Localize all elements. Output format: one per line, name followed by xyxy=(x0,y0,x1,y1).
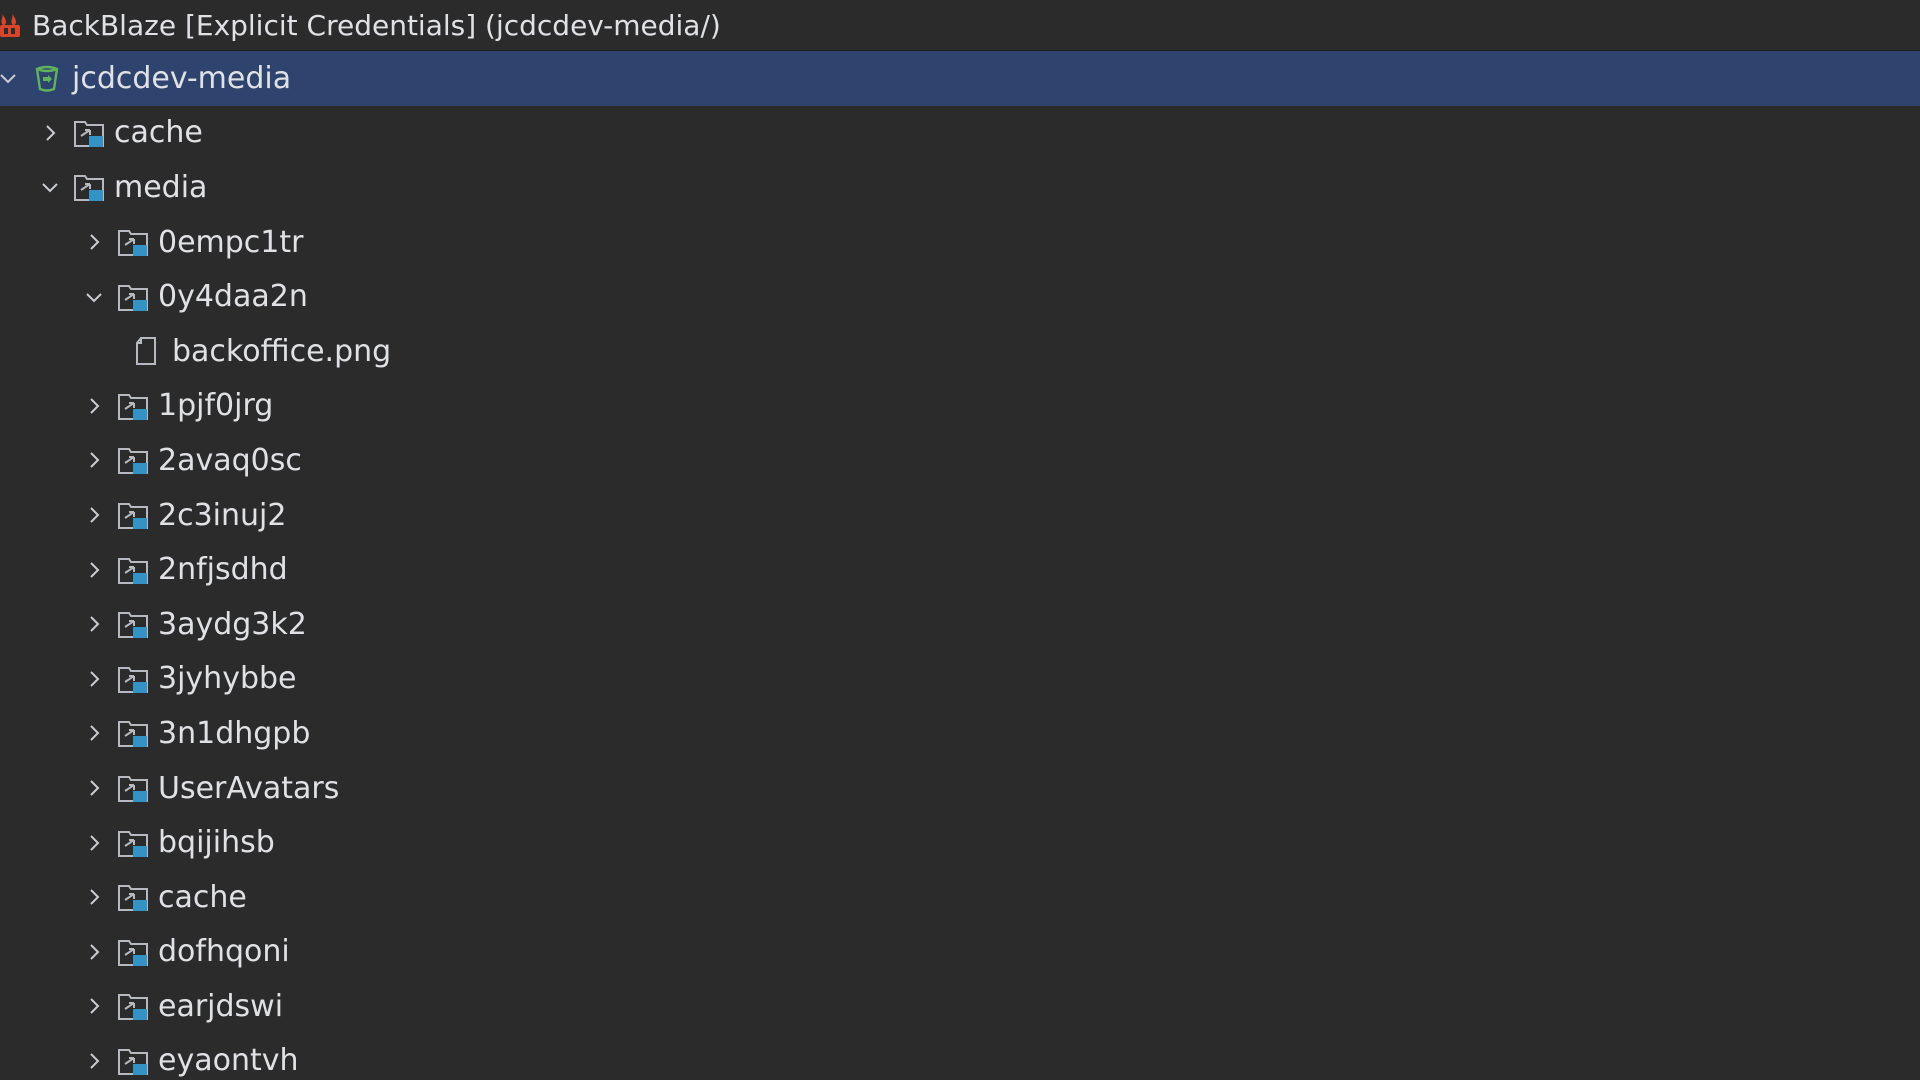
tree-node-label: dofhqoni xyxy=(158,934,290,970)
connection-title: BackBlaze [Explicit Credentials] (jcdcde… xyxy=(32,8,721,42)
chevron-right-icon[interactable] xyxy=(80,883,108,911)
folder-icon xyxy=(70,168,108,206)
folder-icon xyxy=(114,1042,152,1080)
chevron-right-icon[interactable] xyxy=(80,556,108,584)
tree-node-label: 3jyhybbe xyxy=(158,661,297,697)
tree-node-label: backoffice.png xyxy=(172,333,392,369)
folder-icon xyxy=(114,714,152,752)
folder-icon xyxy=(114,824,152,862)
folder-icon xyxy=(114,878,152,916)
chevron-right-icon[interactable] xyxy=(80,501,108,529)
tree-node-folder[interactable]: 3jyhybbe xyxy=(0,652,1920,707)
media-children: 0empc1tr 0y4daa2n backoffice.png 1pjf0jrg 2a… xyxy=(0,215,1920,1080)
tree-node-folder[interactable]: cache xyxy=(0,870,1920,925)
chevron-right-icon[interactable] xyxy=(80,774,108,802)
folder-icon xyxy=(70,114,108,152)
tree-node-folder[interactable]: 0y4daa2n xyxy=(0,269,1920,324)
tree-node-folder[interactable]: 1pjf0jrg xyxy=(0,379,1920,434)
file-icon xyxy=(128,332,166,370)
tree-node-folder[interactable]: eyaontvh xyxy=(0,1034,1920,1080)
chevron-down-icon[interactable] xyxy=(0,64,22,92)
chevron-right-icon[interactable] xyxy=(80,228,108,256)
bucket-icon xyxy=(28,59,66,97)
folder-icon xyxy=(114,223,152,261)
folder-icon xyxy=(114,987,152,1025)
chevron-down-icon[interactable] xyxy=(36,173,64,201)
folder-icon xyxy=(114,769,152,807)
chevron-right-icon[interactable] xyxy=(80,392,108,420)
tree-node-label: media xyxy=(114,169,208,205)
tree-node-label: 0empc1tr xyxy=(158,224,304,260)
tree-node-bucket[interactable]: jcdcdev-media xyxy=(0,51,1920,106)
folder-icon xyxy=(114,933,152,971)
chevron-right-icon[interactable] xyxy=(80,719,108,747)
folder-icon xyxy=(114,660,152,698)
tree-node-folder[interactable]: 2nfjsdhd xyxy=(0,542,1920,597)
tree-node-label: cache xyxy=(114,115,203,151)
tree-node-label: UserAvatars xyxy=(158,770,340,806)
folder-icon xyxy=(114,605,152,643)
tree-node-label: eyaontvh xyxy=(158,1043,299,1079)
tree-node-folder[interactable]: media xyxy=(0,160,1920,215)
tree-node-file[interactable]: backoffice.png xyxy=(0,324,1920,379)
tree-node-label: 3n1dhgpb xyxy=(158,715,311,751)
tree-node-folder[interactable]: dofhqoni xyxy=(0,925,1920,980)
file-tree: jcdcdev-media cache media 0empc1tr 0y4da… xyxy=(0,51,1920,1080)
chevron-right-icon[interactable] xyxy=(80,829,108,857)
tree-node-folder[interactable]: cache xyxy=(0,106,1920,161)
chevron-right-icon[interactable] xyxy=(80,610,108,638)
tree-node-label: jcdcdev-media xyxy=(72,60,292,96)
tree-node-folder[interactable]: 2avaq0sc xyxy=(0,433,1920,488)
tree-node-folder[interactable]: 3n1dhgpb xyxy=(0,706,1920,761)
tree-node-label: bqijihsb xyxy=(158,825,275,861)
chevron-right-icon[interactable] xyxy=(80,446,108,474)
tree-node-folder[interactable]: 3aydg3k2 xyxy=(0,597,1920,652)
tree-node-folder[interactable]: 2c3inuj2 xyxy=(0,488,1920,543)
tree-node-label: cache xyxy=(158,879,247,915)
chevron-right-icon[interactable] xyxy=(80,938,108,966)
chevron-right-icon[interactable] xyxy=(80,1047,108,1075)
connection-title-bar: BackBlaze [Explicit Credentials] (jcdcde… xyxy=(0,0,1920,51)
chevron-right-icon[interactable] xyxy=(36,119,64,147)
folder-icon xyxy=(114,441,152,479)
folder-icon xyxy=(114,387,152,425)
tree-node-folder[interactable]: earjdswi xyxy=(0,979,1920,1034)
tree-node-label: 2nfjsdhd xyxy=(158,552,288,588)
tree-node-label: 2avaq0sc xyxy=(158,442,302,478)
chevron-right-icon[interactable] xyxy=(80,992,108,1020)
chevron-right-icon[interactable] xyxy=(80,665,108,693)
tree-node-folder[interactable]: 0empc1tr xyxy=(0,215,1920,270)
tree-node-label: 2c3inuj2 xyxy=(158,497,287,533)
tree-node-folder[interactable]: bqijihsb xyxy=(0,815,1920,870)
chevron-down-icon[interactable] xyxy=(80,283,108,311)
tree-node-label: 1pjf0jrg xyxy=(158,388,274,424)
folder-icon xyxy=(114,278,152,316)
tree-node-label: 0y4daa2n xyxy=(158,279,308,315)
remote-file-browser-panel: BackBlaze [Explicit Credentials] (jcdcde… xyxy=(0,0,1920,1080)
tree-node-label: earjdswi xyxy=(158,988,284,1024)
tree-node-folder[interactable]: UserAvatars xyxy=(0,761,1920,816)
folder-icon xyxy=(114,551,152,589)
backblaze-logo-icon xyxy=(0,10,24,40)
folder-icon xyxy=(114,496,152,534)
tree-node-label: 3aydg3k2 xyxy=(158,606,307,642)
